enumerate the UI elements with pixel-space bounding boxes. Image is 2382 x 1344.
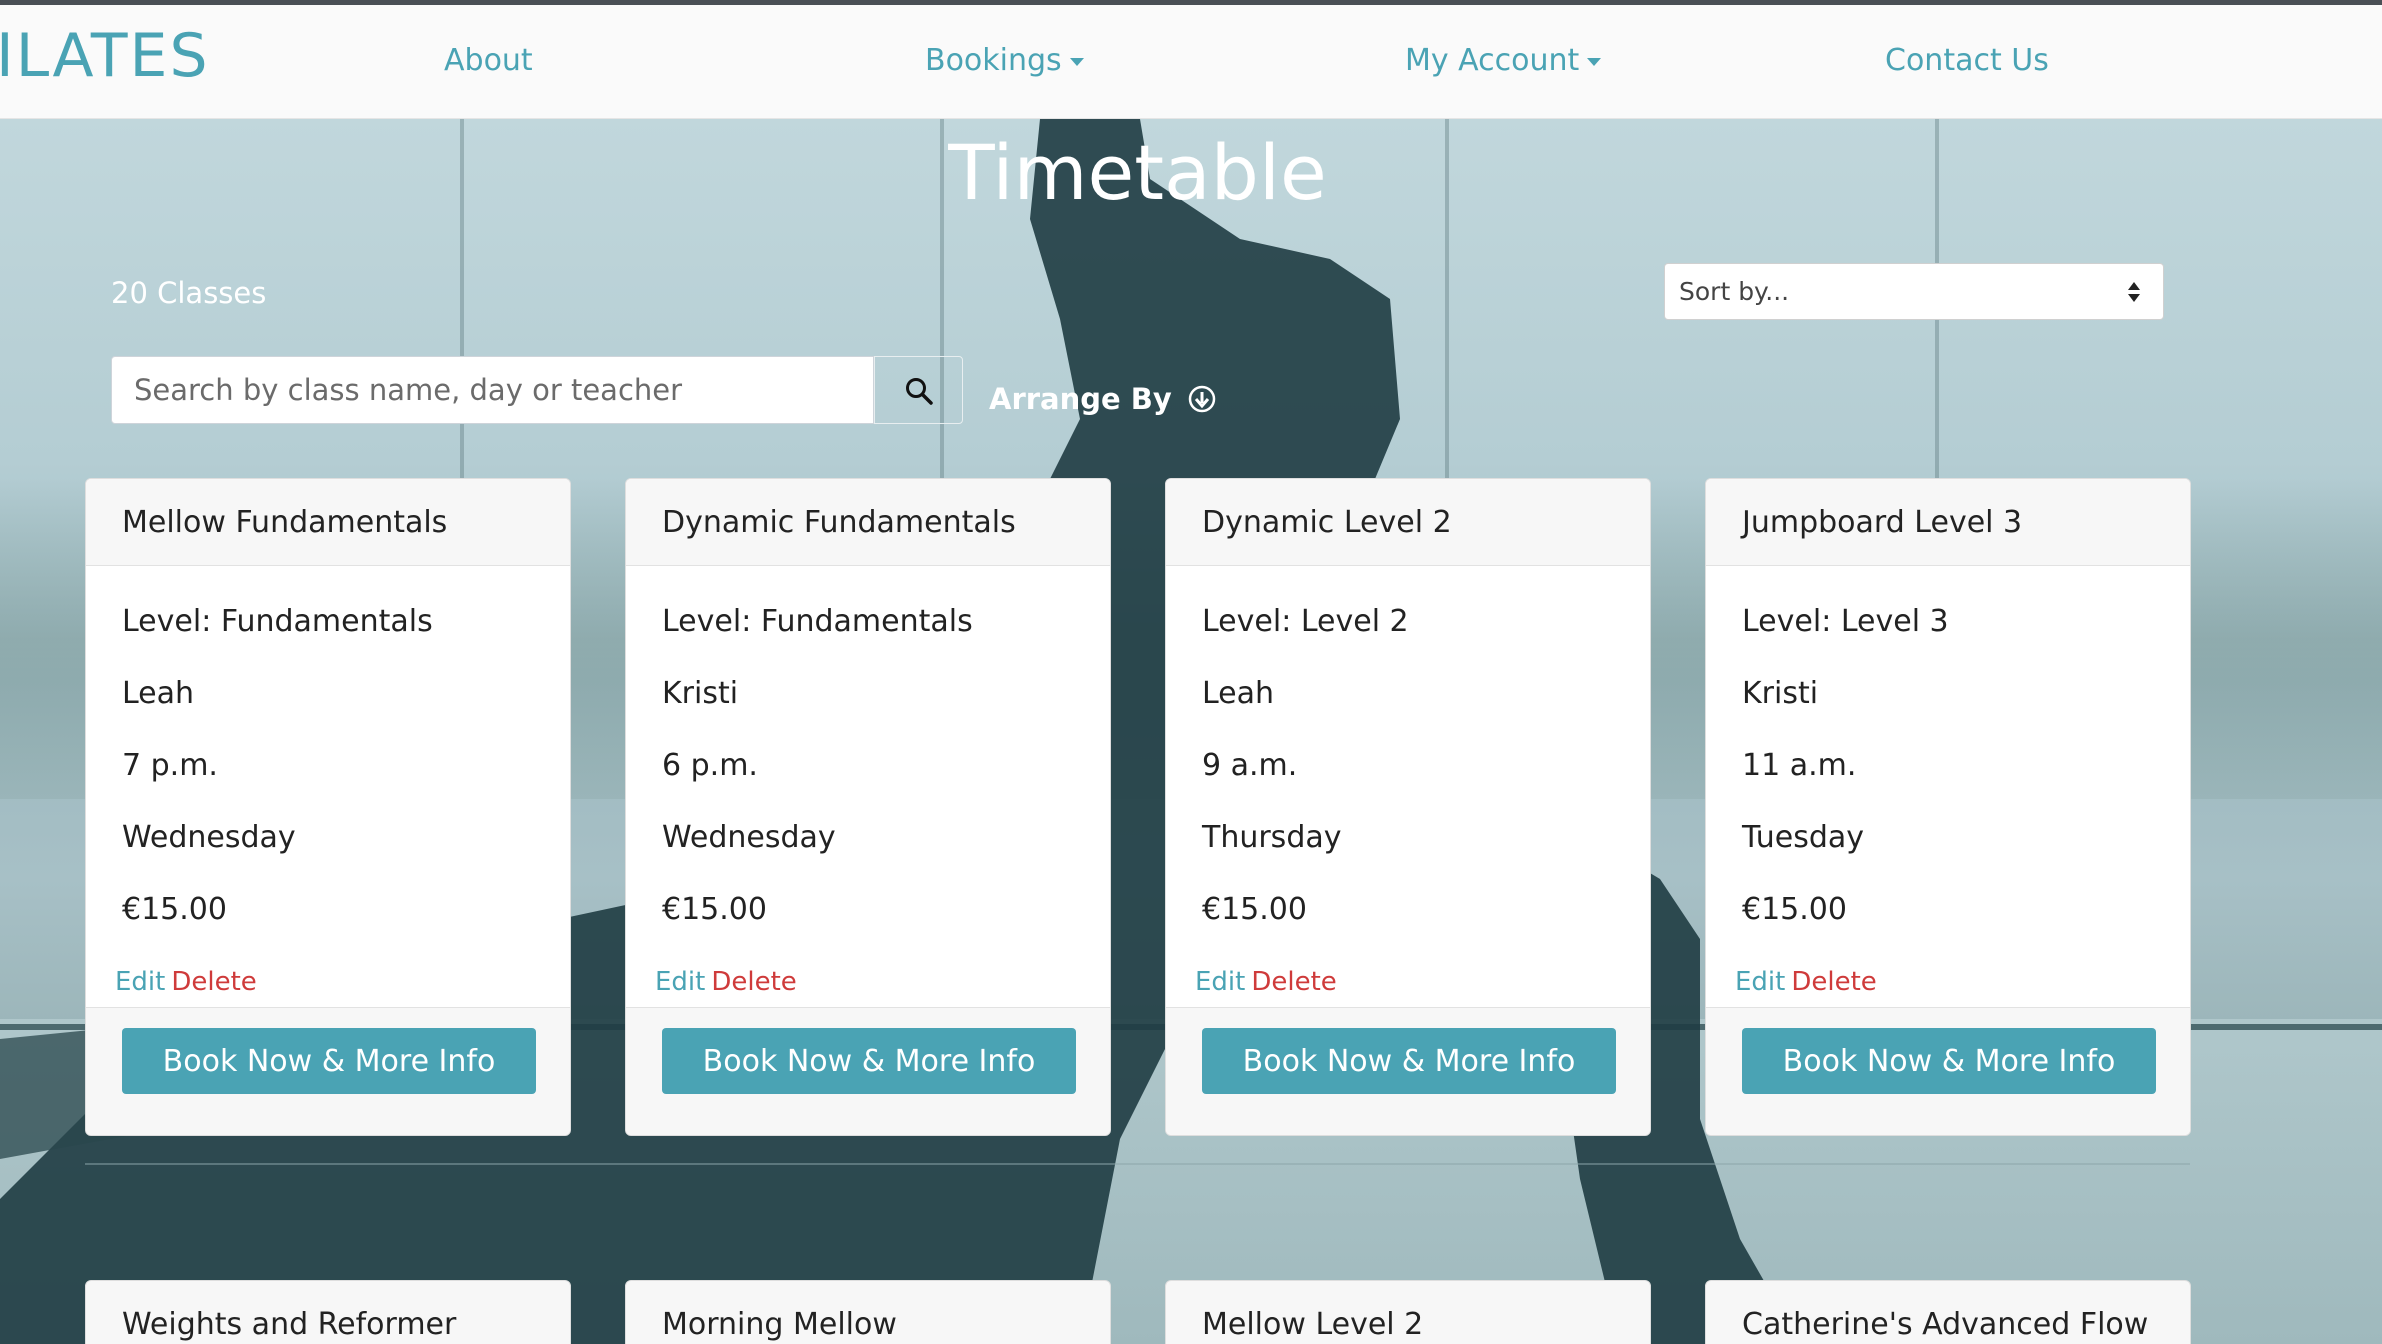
class-day: Wednesday — [122, 820, 296, 855]
sort-updown-icon — [2128, 282, 2140, 302]
nav-contact-us[interactable]: Contact Us — [1885, 43, 2049, 78]
class-time: 9 a.m. — [1202, 748, 1298, 783]
book-now-button[interactable]: Book Now & More Info — [1742, 1028, 2156, 1094]
class-card-title: Dynamic Fundamentals — [626, 479, 1110, 566]
class-card-actions: Edit Delete — [655, 967, 797, 997]
arrange-by-label: Arrange By — [989, 382, 1172, 416]
book-now-button[interactable]: Book Now & More Info — [1202, 1028, 1616, 1094]
nav-my-account-label: My Account — [1405, 43, 1580, 78]
class-card-title: Dynamic Level 2 — [1166, 479, 1650, 566]
class-time: 6 p.m. — [662, 748, 758, 783]
delete-link[interactable]: Delete — [171, 967, 256, 997]
class-count: 20 Classes — [111, 276, 267, 310]
edit-link[interactable]: Edit — [115, 967, 165, 997]
chevron-down-icon — [1587, 57, 1602, 66]
nav-contact-label: Contact Us — [1885, 43, 2049, 78]
class-card: Dynamic Fundamentals Level: Fundamentals… — [625, 478, 1111, 1136]
nav-about-label: About — [444, 43, 533, 78]
sort-select-value: Sort by... — [1679, 277, 1790, 306]
class-teacher: Kristi — [662, 676, 739, 711]
class-day: Thursday — [1202, 820, 1342, 855]
sort-select[interactable]: Sort by... — [1664, 263, 2164, 320]
class-card-title: Mellow Level 2 — [1165, 1280, 1651, 1344]
brand-logo[interactable]: ILATES — [0, 21, 210, 91]
delete-link[interactable]: Delete — [1251, 967, 1336, 997]
class-level: Level: Fundamentals — [662, 604, 973, 639]
class-time: 7 p.m. — [122, 748, 218, 783]
class-level: Level: Level 2 — [1202, 604, 1409, 639]
nav-bookings-label: Bookings — [925, 43, 1062, 78]
class-day: Wednesday — [662, 820, 836, 855]
arrange-by-toggle[interactable]: Arrange By — [989, 382, 1216, 416]
row-divider — [85, 1163, 2190, 1165]
class-card-body: Level: Level 3 Kristi 11 a.m. Tuesday €1… — [1706, 566, 2190, 1007]
class-card-actions: Edit Delete — [1195, 967, 1337, 997]
class-teacher: Leah — [1202, 676, 1275, 711]
delete-link[interactable]: Delete — [711, 967, 796, 997]
search-icon — [906, 378, 933, 405]
class-teacher: Kristi — [1742, 676, 1819, 711]
class-price: €15.00 — [122, 892, 227, 927]
class-day: Tuesday — [1742, 820, 1865, 855]
class-time: 11 a.m. — [1742, 748, 1857, 783]
class-card-title: Mellow Fundamentals — [86, 479, 570, 566]
edit-link[interactable]: Edit — [1735, 967, 1785, 997]
class-card-title: Jumpboard Level 3 — [1706, 479, 2190, 566]
class-card-body: Level: Fundamentals Leah 7 p.m. Wednesda… — [86, 566, 570, 1007]
search-button[interactable] — [874, 356, 963, 424]
class-price: €15.00 — [1202, 892, 1307, 927]
search-input[interactable] — [111, 356, 874, 424]
class-card-footer: Book Now & More Info — [86, 1007, 570, 1135]
nav-my-account-dropdown[interactable]: My Account — [1405, 43, 1602, 78]
class-level: Level: Level 3 — [1742, 604, 1949, 639]
class-card-footer: Book Now & More Info — [1706, 1007, 2190, 1135]
class-price: €15.00 — [1742, 892, 1847, 927]
class-level: Level: Fundamentals — [122, 604, 433, 639]
class-price: €15.00 — [662, 892, 767, 927]
class-card-actions: Edit Delete — [115, 967, 257, 997]
nav-bookings-dropdown[interactable]: Bookings — [925, 43, 1084, 78]
edit-link[interactable]: Edit — [1195, 967, 1245, 997]
edit-link[interactable]: Edit — [655, 967, 705, 997]
class-card: Mellow Fundamentals Level: Fundamentals … — [85, 478, 571, 1136]
class-card: Jumpboard Level 3 Level: Level 3 Kristi … — [1705, 478, 2191, 1136]
class-card-title: Morning Mellow — [625, 1280, 1111, 1344]
page-title: Timetable — [948, 128, 1327, 217]
arrow-circle-down-icon — [1188, 385, 1216, 413]
chevron-down-icon — [1069, 57, 1084, 66]
book-now-button[interactable]: Book Now & More Info — [662, 1028, 1076, 1094]
delete-link[interactable]: Delete — [1791, 967, 1876, 997]
nav-about[interactable]: About — [444, 43, 533, 78]
class-card-body: Level: Level 2 Leah 9 a.m. Thursday €15.… — [1166, 566, 1650, 1007]
class-teacher: Leah — [122, 676, 195, 711]
book-now-button[interactable]: Book Now & More Info — [122, 1028, 536, 1094]
class-card: Dynamic Level 2 Level: Level 2 Leah 9 a.… — [1165, 478, 1651, 1136]
class-card-title: Weights and Reformer — [85, 1280, 571, 1344]
class-card-actions: Edit Delete — [1735, 967, 1877, 997]
class-card-title: Catherine's Advanced Flow — [1705, 1280, 2191, 1344]
class-card-footer: Book Now & More Info — [626, 1007, 1110, 1135]
class-card-footer: Book Now & More Info — [1166, 1007, 1650, 1135]
class-card-body: Level: Fundamentals Kristi 6 p.m. Wednes… — [626, 566, 1110, 1007]
navbar: ILATES About Bookings My Account Contact… — [0, 5, 2382, 119]
